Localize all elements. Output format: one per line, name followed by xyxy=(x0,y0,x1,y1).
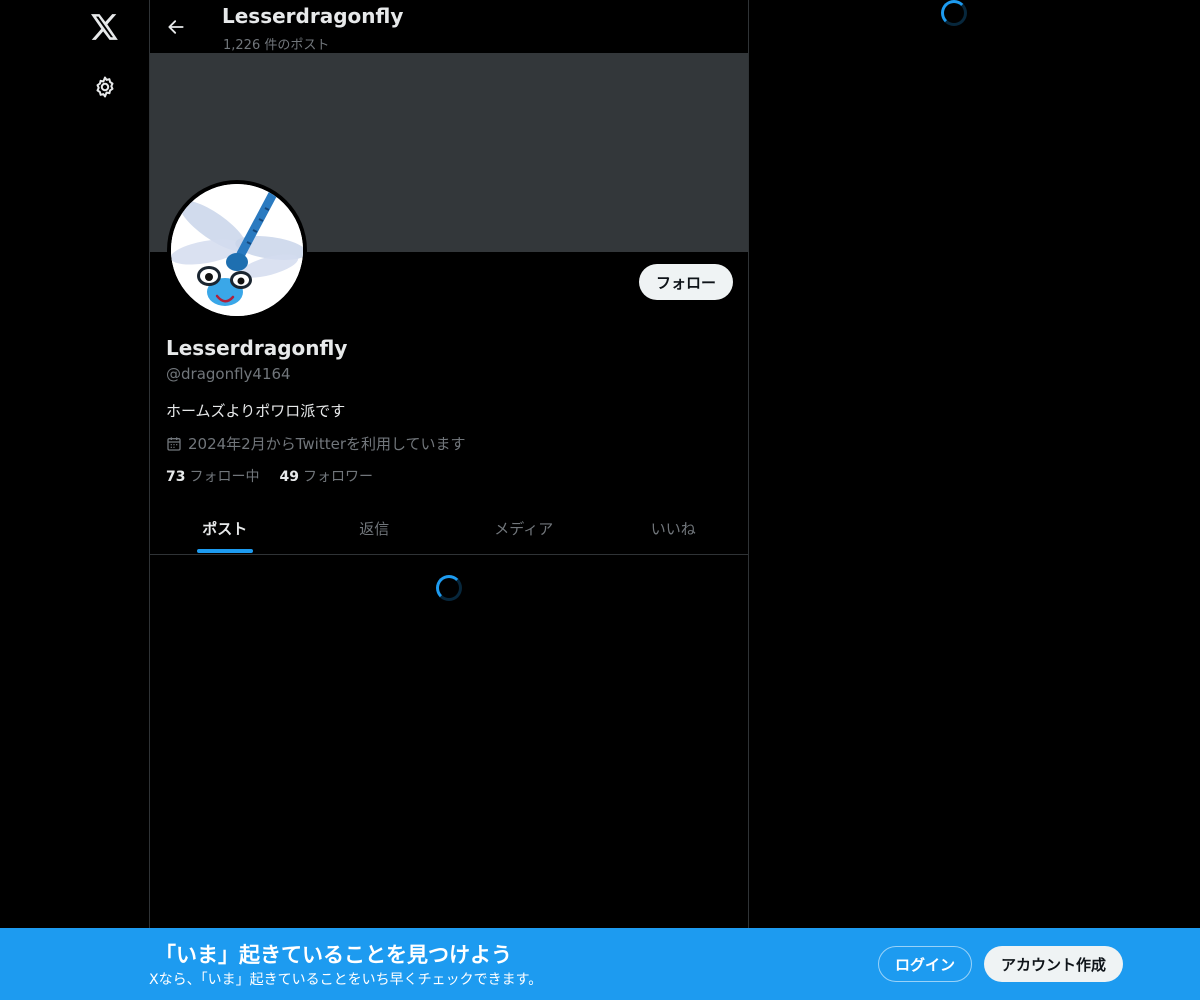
follow-stats: 73 フォロー中 49 フォロワー xyxy=(166,466,373,486)
followers-label: フォロワー xyxy=(302,469,373,485)
tab-likes[interactable]: いいね xyxy=(599,502,749,554)
profile-tabs: ポスト 返信 メディア いいね xyxy=(150,502,748,555)
tab-label: 返信 xyxy=(359,519,390,538)
calendar-icon xyxy=(167,436,181,451)
post-count: 1,226 件のポスト xyxy=(223,38,330,53)
join-date-text: 2024年2月からTwitterを利用しています xyxy=(188,435,466,453)
profile-bio: ホームズよりポワロ派です xyxy=(166,402,346,420)
tab-media[interactable]: メディア xyxy=(449,502,599,554)
following-label: フォロー中 xyxy=(189,469,260,485)
x-logo-icon[interactable] xyxy=(88,10,122,44)
user-handle: @dragonfly4164 xyxy=(166,365,291,383)
dragonfly-avatar-icon xyxy=(171,184,303,316)
active-tab-indicator xyxy=(196,549,253,553)
following-count: 73 xyxy=(166,469,186,485)
tab-replies[interactable]: 返信 xyxy=(300,502,450,554)
following-link[interactable]: 73 フォロー中 xyxy=(166,466,259,486)
tab-posts[interactable]: ポスト xyxy=(150,502,300,554)
join-date: 2024年2月からTwitterを利用しています xyxy=(166,433,466,454)
signup-button[interactable]: アカウント作成 xyxy=(984,946,1123,982)
header-title: Lesserdragonfly xyxy=(222,4,404,28)
sidebar-loading-spinner xyxy=(941,0,967,26)
signup-banner: 「いま」起きていることを見つけよう Xなら、「いま」起きていることをいち早くチェ… xyxy=(0,928,1200,1000)
tab-label: ポスト xyxy=(202,519,248,538)
display-name: Lesserdragonfly xyxy=(166,336,348,360)
followers-count: 49 xyxy=(279,469,299,485)
back-button[interactable] xyxy=(162,13,190,41)
profile-column: Lesserdragonfly 1,226 件のポスト フォロー Lesserd… xyxy=(149,0,749,1000)
followers-link[interactable]: 49 フォロワー xyxy=(279,466,372,486)
profile-header: Lesserdragonfly 1,226 件のポスト xyxy=(150,0,748,53)
login-button[interactable]: ログイン xyxy=(878,946,972,982)
signup-banner-title: 「いま」起きていることを見つけよう xyxy=(155,943,512,967)
loading-spinner xyxy=(436,575,462,601)
arrow-left-icon xyxy=(168,20,184,34)
follow-button[interactable]: フォロー xyxy=(639,264,733,300)
tab-label: いいね xyxy=(650,519,696,538)
tab-label: メディア xyxy=(494,519,554,538)
avatar[interactable] xyxy=(167,180,307,320)
signup-banner-subtitle: Xなら、「いま」起きていることをいち早くチェックできます。 xyxy=(149,972,543,988)
gear-icon[interactable] xyxy=(89,71,121,103)
left-nav xyxy=(0,0,149,1000)
